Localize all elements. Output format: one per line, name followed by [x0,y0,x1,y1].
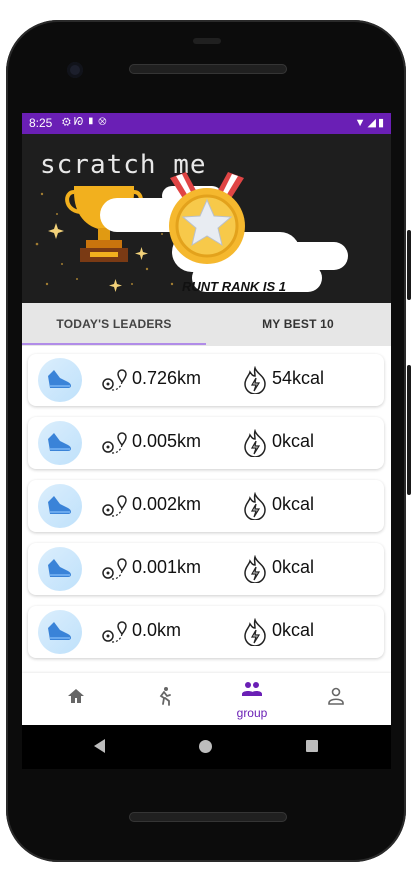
running-shoe-icon [48,433,71,451]
tab-indicator [22,343,206,345]
distance-value: 0.005km [132,431,202,451]
distance-value: 0.726km [132,368,202,388]
sd-card-icon: ▮ [86,116,99,128]
run-icon [159,687,171,706]
sync-icon: ⊗ [98,116,110,128]
bottom-navigation: group [22,673,391,725]
nav-run[interactable] [118,673,210,725]
home-icon [68,689,84,703]
nav-group[interactable]: group [206,673,298,725]
volume-button [407,365,411,495]
tab-bar: TODAY'S LEADERS MY BEST 10 [22,303,391,346]
nav-home[interactable] [30,673,122,725]
gear-icon: ⚙ [62,116,74,128]
front-camera [67,62,83,78]
calorie-flame-icon [244,366,266,394]
calories-value: 0kcal [272,494,315,514]
running-shoe-icon [48,622,71,640]
status-right-icons: ▼◢▮ [355,116,386,129]
leader-row[interactable]: 0.002km 0kcal [28,480,384,532]
shoe-avatar [38,484,82,528]
shoe-avatar [38,358,82,402]
calorie-flame-icon [244,618,266,646]
battery-icon: ▮ [377,117,386,129]
distance-value: 0.0km [132,620,182,640]
location-route-icon [102,495,127,517]
proximity-sensor [193,38,221,44]
earpiece-speaker [129,64,287,74]
calories-value: 54kcal [272,368,325,388]
recent-apps-icon[interactable] [306,740,318,752]
tab-my-best-10[interactable]: MY BEST 10 [206,303,390,346]
running-shoe-icon [48,559,71,577]
nav-profile[interactable] [290,673,382,725]
person-icon [328,687,344,705]
shoe-avatar [38,421,82,465]
shoe-avatar [38,547,82,591]
nav-group-label: group [236,706,268,720]
nfc-icon: ᘗ [73,116,87,128]
leader-row[interactable]: 0.005km 0kcal [28,417,384,469]
leader-row[interactable]: 0.726km 54kcal [28,354,384,406]
scratch-card-banner[interactable]: scratch me RUNT RANK IS 1 [22,134,391,303]
distance-value: 0.001km [132,557,202,577]
bottom-speaker [129,812,287,822]
calories-value: 0kcal [272,431,315,451]
wifi-icon: ▼ [354,117,368,129]
rank-text: RUNT RANK IS 1 [182,279,287,294]
location-route-icon [102,432,127,454]
calories-value: 0kcal [272,620,315,640]
app-screen: 8:25 ⚙ᘗ▮⊗ ▼◢▮ scratch me RUNT RANK IS 1 … [22,113,391,725]
status-bar: 8:25 ⚙ᘗ▮⊗ ▼◢▮ [22,113,391,134]
distance-value: 0.002km [132,494,202,514]
calories-value: 0kcal [272,557,315,577]
location-route-icon [102,621,127,643]
status-time: 8:25 [29,116,53,130]
status-left-icons: ⚙ᘗ▮⊗ [62,116,110,129]
system-navigation-bar [22,725,391,769]
tab-todays-leaders[interactable]: TODAY'S LEADERS [22,303,206,346]
star-medal-icon [169,172,245,264]
location-route-icon [102,558,127,580]
calorie-flame-icon [244,429,266,457]
running-shoe-icon [48,370,71,388]
calorie-flame-icon [244,555,266,583]
signal-icon: ◢ [367,117,378,129]
power-button [407,230,411,300]
leader-row[interactable]: 0.0km 0kcal [28,606,384,658]
calorie-flame-icon [244,492,266,520]
home-circle-icon[interactable] [199,740,212,753]
running-shoe-icon [48,496,71,514]
back-icon[interactable] [94,739,105,753]
shoe-avatar [38,610,82,654]
group-icon [242,682,262,696]
location-route-icon [102,369,127,391]
leader-row[interactable]: 0.001km 0kcal [28,543,384,595]
